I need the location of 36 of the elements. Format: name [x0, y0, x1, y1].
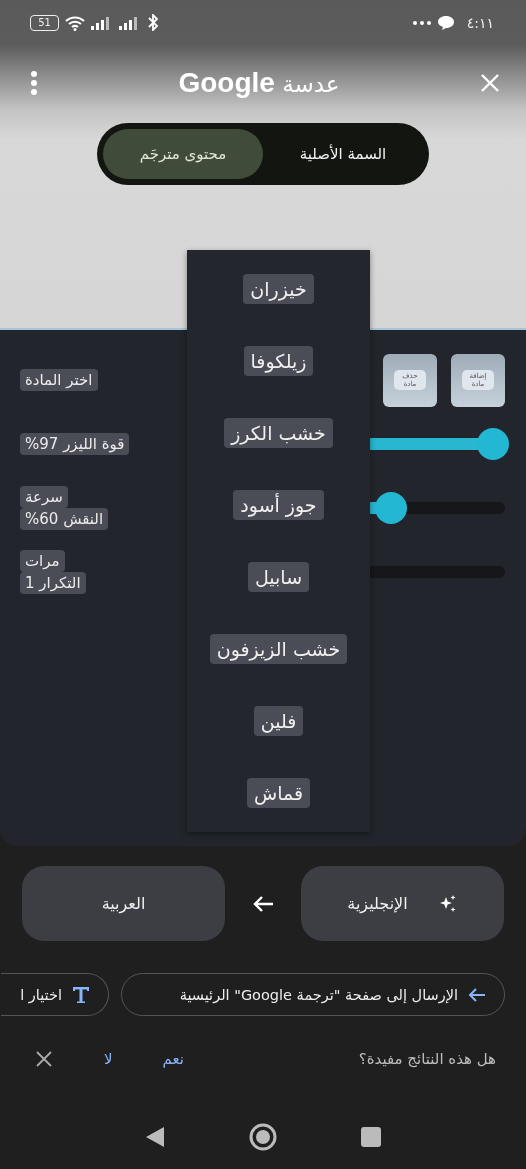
menu-item[interactable]: جوز أسود — [233, 490, 324, 520]
menu-item[interactable]: قماش — [246, 778, 311, 808]
translated-label: قوة الليزر 97% — [20, 433, 130, 455]
close-icon[interactable] — [36, 1051, 52, 1067]
translated-label: سرعة — [20, 486, 68, 508]
menu-item[interactable]: خشب الزيزفون — [209, 634, 348, 664]
text-icon — [72, 985, 90, 1004]
menu-item[interactable]: خشب الكرز — [224, 418, 333, 448]
no-link[interactable]: لا — [104, 1050, 113, 1068]
arrow-left-icon — [468, 987, 486, 1002]
back-icon[interactable] — [145, 1126, 165, 1148]
wifi-icon — [65, 14, 85, 31]
menu-icon[interactable] — [30, 70, 38, 95]
slider-thumb[interactable] — [375, 492, 407, 524]
more-icon — [412, 20, 431, 25]
translated-label: النقش 60% — [20, 508, 109, 530]
view-tab[interactable]: السمة الأصلية — [263, 129, 423, 179]
translated-label: مرات — [20, 550, 65, 572]
home-icon[interactable] — [249, 1123, 277, 1151]
menu-item[interactable]: فلين — [253, 706, 304, 736]
battery-icon: 51 — [30, 14, 59, 31]
menu-item[interactable]: زيلكوفا — [243, 346, 314, 376]
target-language-button[interactable]: العربية — [22, 866, 225, 941]
bluetooth-icon — [147, 14, 159, 31]
arrow-left-icon — [252, 894, 274, 913]
feedback-question: هل هذه النتائج مفيدة؟ — [358, 1050, 496, 1068]
menu-item[interactable]: سابيل — [247, 562, 310, 592]
clock-time: ٤:١١ — [466, 14, 494, 31]
translated-label: اختر المادة — [20, 369, 98, 391]
slider-thumb[interactable] — [477, 428, 509, 460]
chat-icon — [436, 14, 455, 31]
view-tab[interactable]: محتوى مترجَم — [103, 129, 263, 179]
translated-label: التكرار 1 — [20, 572, 86, 594]
yes-link[interactable]: نعم — [162, 1050, 184, 1068]
menu-item[interactable]: خيزران — [243, 274, 314, 304]
source-language-button[interactable]: الإنجليزية — [301, 866, 504, 941]
